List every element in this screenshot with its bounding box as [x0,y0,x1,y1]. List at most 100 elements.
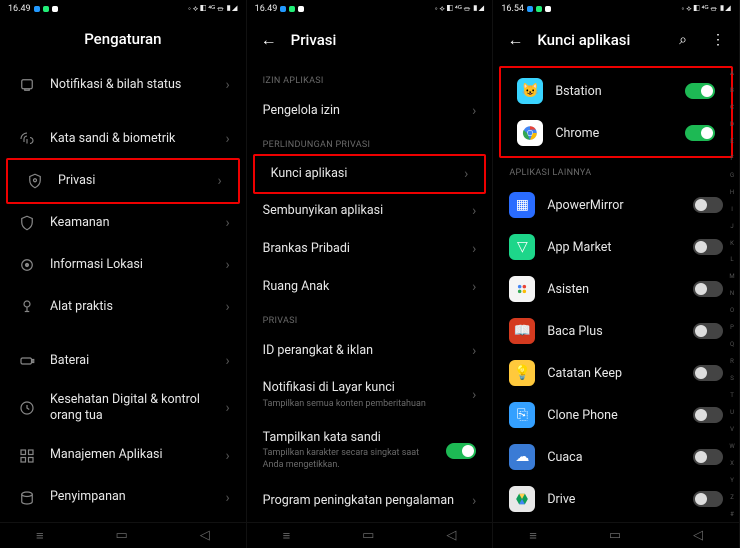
row-tampilkan-katasandi[interactable]: Tampilkan kata sandi Tampilkan karakter … [247,420,493,482]
toggle-bstation[interactable] [685,83,715,99]
row-label: ID perangkat & iklan [263,343,460,359]
app-label: Baca Plus [547,324,681,339]
clock: 16.54 [501,4,524,14]
settings-list[interactable]: Notifikasi & bilah status › Kata sandi &… [0,64,246,522]
toggle[interactable] [693,281,723,297]
toggle[interactable] [693,449,723,465]
app-row[interactable]: ⎘ Clone Phone [493,394,739,436]
chevron-right-icon: › [225,215,229,231]
privacy-list[interactable]: IZIN APLIKASI Pengelola izin › PERLINDUN… [247,66,493,522]
back-arrow-icon[interactable]: ← [261,30,277,50]
app-row[interactable]: 📖 Baca Plus [493,310,739,352]
toggle[interactable] [693,491,723,507]
section-header-other-apps: APLIKASI LAINNYA [493,158,739,184]
nav-back-icon[interactable]: ◁ [693,528,703,543]
app-list[interactable]: 😺 Bstation Chrome APLIKASI LAINNYA ▦ Apo… [493,66,739,522]
toggle[interactable] [693,365,723,381]
chevron-right-icon: › [472,387,476,403]
app-row-chrome[interactable]: Chrome [501,112,731,154]
nav-back-icon[interactable]: ◁ [200,528,210,543]
app-row-bstation[interactable]: 😺 Bstation [501,70,731,112]
row-kesehatan[interactable]: Kesehatan Digital & kontrol orang tua › [0,382,246,435]
row-baterai[interactable]: Baterai › [0,340,246,382]
row-sembunyikan[interactable]: Sembunyikan aplikasi › [247,192,493,230]
status-icon [34,6,40,12]
app-row[interactable]: Drive [493,478,739,520]
shield-icon [16,212,38,234]
clock: 16.49 [8,4,31,14]
row-label: Tampilkan kata sandi [263,430,435,446]
app-lock-screen: 16.54 ◦ ⟡ ◧ ⁴ᴳ ⏛ ▮◢ ← Kunci aplikasi ⌕ ⋮… [493,0,740,548]
navbar: ≡ ▭ ◁ [493,522,739,548]
row-notif-layarkunci[interactable]: Notifikasi di Layar kunci Tampilkan semu… [247,370,493,420]
nav-recent-icon[interactable]: ≡ [36,528,44,544]
chevron-right-icon: › [225,448,229,464]
app-row[interactable]: 💡 Catatan Keep [493,352,739,394]
toggle[interactable] [693,197,723,213]
row-penyimpanan[interactable]: Penyimpanan › [0,477,246,519]
nav-recent-icon[interactable]: ≡ [283,528,291,544]
app-label: ApowerMirror [547,198,681,213]
tools-icon [16,296,38,318]
row-pengelola-izin[interactable]: Pengelola izin › [247,92,493,130]
nav-back-icon[interactable]: ◁ [446,528,456,543]
row-label: Notifikasi di Layar kunci [263,380,460,396]
row-id-perangkat[interactable]: ID perangkat & iklan › [247,332,493,370]
fingerprint-icon [16,128,38,150]
toggle[interactable] [693,407,723,423]
chevron-right-icon: › [472,103,476,119]
app-icon [517,120,543,146]
row-privasi[interactable]: Privasi › [6,158,240,204]
chevron-right-icon: › [464,166,468,182]
back-arrow-icon[interactable]: ← [507,30,523,50]
row-label: Informasi Lokasi [50,257,213,273]
row-katasandi[interactable]: Kata sandi & biometrik › [0,118,246,160]
app-icon: 📖 [509,318,535,344]
status-icon [536,6,542,12]
digital-wellbeing-icon [16,397,38,419]
row-label: Brankas Pribadi [263,241,460,257]
section-header-privasi: PRIVASI [247,306,493,332]
more-icon[interactable]: ⋮ [711,32,725,48]
az-index[interactable]: ABCDEFGHIJKLMNOPQRSTUVWXYZ# [727,70,737,518]
toggle-chrome[interactable] [685,125,715,141]
search-icon[interactable]: ⌕ [679,32,687,48]
bell-icon [16,74,38,96]
chevron-right-icon: › [225,299,229,315]
nav-home-icon[interactable]: ▭ [609,528,621,543]
app-icon: ▦ [509,192,535,218]
app-row[interactable]: ▽ App Market [493,226,739,268]
nav-home-icon[interactable]: ▭ [362,528,374,543]
titlebar: ← Kunci aplikasi ⌕ ⋮ [493,18,739,66]
status-icon [545,6,551,12]
app-row[interactable]: ▦ ApowerMirror [493,184,739,226]
toggle-show-password[interactable] [446,443,476,459]
row-brankas[interactable]: Brankas Pribadi › [247,230,493,268]
row-program-peningkatan[interactable]: Program peningkatan pengalaman › [247,482,493,520]
app-label: Clone Phone [547,408,681,423]
nav-home-icon[interactable]: ▭ [115,528,127,543]
app-icon: 😺 [517,78,543,104]
toggle[interactable] [693,239,723,255]
toggle[interactable] [693,323,723,339]
app-row[interactable]: ☁ Cuaca [493,436,739,478]
row-kunci-aplikasi[interactable]: Kunci aplikasi › [253,154,487,194]
row-keamanan[interactable]: Keamanan › [0,202,246,244]
row-alatpraktis[interactable]: Alat praktis › [0,286,246,328]
app-row[interactable]: Asisten [493,268,739,310]
row-label: Kunci aplikasi [271,166,452,182]
app-icon [509,486,535,512]
row-sublabel: Tampilkan semua konten pemberitahuan [263,399,460,411]
row-lokasi[interactable]: Informasi Lokasi › [0,244,246,286]
status-icon [43,6,49,12]
row-ruang-anak[interactable]: Ruang Anak › [247,268,493,306]
titlebar: Pengaturan [0,18,246,64]
nav-recent-icon[interactable]: ≡ [529,528,537,544]
row-notifikasi[interactable]: Notifikasi & bilah status › [0,64,246,106]
row-sublabel: Tampilkan karakter secara singkat saat A… [263,448,435,471]
statusbar: 16.49 ◦ ⟡ ◧ ⁴ᴳ ⏛ ▮◢ [0,0,246,18]
chevron-right-icon: › [472,241,476,257]
app-label: Bstation [555,84,673,99]
chevron-right-icon: › [472,203,476,219]
row-manajemen-aplikasi[interactable]: Manajemen Aplikasi › [0,435,246,477]
